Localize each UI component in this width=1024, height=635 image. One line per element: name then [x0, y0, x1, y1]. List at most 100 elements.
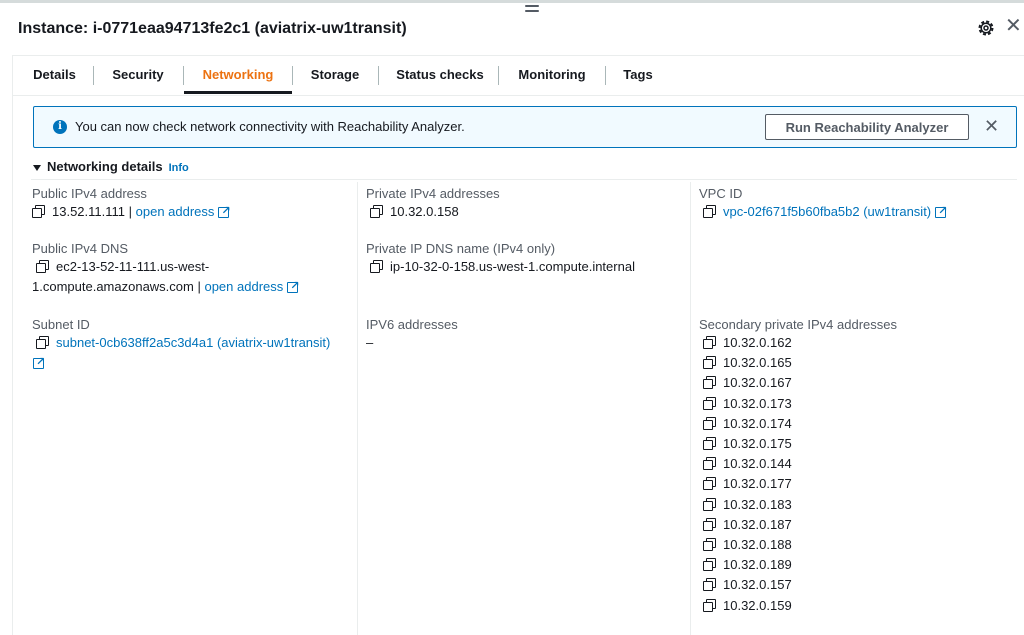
field-label: Public IPv4 DNS	[32, 241, 129, 256]
copy-icon[interactable]	[703, 497, 716, 511]
secondary-ip-value: 10.32.0.187	[723, 516, 792, 532]
public-ipv4-value: 13.52.11.111	[52, 204, 126, 219]
column-divider	[357, 182, 358, 635]
tab-status-checks[interactable]: Status checks	[395, 56, 485, 94]
copy-icon[interactable]	[703, 416, 716, 430]
copy-icon[interactable]	[703, 558, 716, 572]
secondary-ip-value: 10.32.0.173	[723, 395, 792, 411]
panel-header: Instance: i-0771eaa94713fe2c1 (aviatrix-…	[0, 12, 1024, 52]
copy-icon[interactable]	[703, 517, 716, 531]
tab-separator	[292, 66, 293, 85]
ipv6-field: IPV6 addresses –	[366, 317, 686, 353]
info-link[interactable]: Info	[169, 162, 189, 174]
section-divider	[31, 179, 1017, 180]
list-item: 10.32.0.177	[699, 474, 1019, 494]
tab-monitoring[interactable]: Monitoring	[515, 56, 589, 94]
secondary-ip-value: 10.32.0.162	[723, 335, 792, 350]
caret-down-icon[interactable]	[33, 164, 41, 171]
secondary-ipv4-list: 10.32.0.162 10.32.0.165 10.32.0.167 10.32.0…	[699, 333, 1019, 616]
separator: |	[193, 279, 205, 294]
copy-icon[interactable]	[703, 396, 716, 410]
list-item: 10.32.0.173	[699, 394, 1019, 414]
instance-detail-panel: Details Security Networking Storage Stat…	[12, 55, 1024, 635]
list-item: 10.32.0.167	[699, 373, 1019, 393]
field-label: Public IPv4 address	[32, 186, 147, 201]
copy-icon[interactable]	[32, 205, 45, 218]
gear-icon[interactable]	[976, 18, 996, 38]
list-item: 10.32.0.157	[699, 575, 1019, 595]
private-ipv4-value: 10.32.0.158	[390, 204, 459, 219]
copy-icon[interactable]	[703, 578, 716, 592]
list-item: 10.32.0.187	[699, 515, 1019, 535]
field-label: Subnet ID	[32, 317, 90, 332]
page-title: Instance: i-0771eaa94713fe2c1 (aviatrix-…	[18, 20, 407, 37]
separator: |	[125, 204, 136, 219]
field-label: Private IP DNS name (IPv4 only)	[366, 241, 556, 256]
tab-storage[interactable]: Storage	[309, 56, 361, 94]
copy-icon[interactable]	[370, 260, 383, 273]
copy-icon[interactable]	[36, 260, 49, 273]
field-value: subnet-0cb638ff2a5c3d4a1 (aviatrix-uw1tr…	[32, 333, 354, 373]
field-label: Secondary private IPv4 addresses	[699, 317, 897, 332]
copy-icon[interactable]	[703, 538, 716, 552]
alert-message: You can now check network connectivity w…	[75, 119, 465, 134]
private-dns-field: Private IP DNS name (IPv4 only) ip-10-32…	[366, 241, 686, 277]
external-link-icon[interactable]	[935, 201, 947, 221]
close-icon[interactable]: ✕	[1005, 16, 1022, 36]
copy-icon[interactable]	[703, 336, 716, 349]
field-value: ec2-13-52-11-111.us-west- 1.compute.amazo…	[32, 257, 352, 297]
secondary-ip-value: 10.32.0.175	[723, 436, 792, 452]
secondary-ip-value: 10.32.0.177	[723, 476, 792, 492]
run-reachability-analyzer-button[interactable]: Run Reachability Analyzer	[765, 114, 969, 140]
secondary-ip-value: 10.32.0.157	[723, 577, 792, 593]
list-item: 10.32.0.189	[699, 555, 1019, 575]
tab-security[interactable]: Security	[110, 56, 166, 94]
open-address-link[interactable]: open address	[204, 279, 283, 294]
copy-icon[interactable]	[703, 376, 716, 390]
list-item: 10.32.0.162	[699, 333, 1019, 353]
copy-icon[interactable]	[703, 477, 716, 491]
tab-tags[interactable]: Tags	[621, 56, 655, 94]
private-ipv4-field: Private IPv4 addresses 10.32.0.158	[366, 186, 686, 222]
copy-icon[interactable]	[703, 205, 716, 218]
secondary-ip-value: 10.32.0.159	[723, 597, 792, 613]
external-link-icon[interactable]	[218, 201, 231, 221]
section-title: Networking details	[47, 159, 163, 174]
external-link-icon[interactable]	[287, 276, 299, 296]
field-value: vpc-02f671f5b60fba5b2 (uw1transit)	[699, 201, 1019, 222]
secondary-ip-value: 10.32.0.188	[723, 537, 792, 553]
tab-details[interactable]: Details	[33, 56, 76, 94]
public-dns-value-line2: 1.compute.amazonaws.com	[32, 279, 194, 294]
tab-separator	[378, 66, 379, 85]
copy-icon[interactable]	[370, 205, 383, 218]
secondary-ip-value: 10.32.0.144	[723, 456, 792, 472]
open-address-link[interactable]: open address	[136, 204, 215, 219]
field-value: 10.32.0.158	[366, 202, 686, 222]
list-item: 10.32.0.159	[699, 596, 1019, 616]
public-dns-value-line1: ec2-13-52-11-111.us-west-	[56, 259, 210, 274]
vpc-id-link[interactable]: vpc-02f671f5b60fba5b2 (uw1transit)	[723, 204, 931, 219]
public-dns-field: Public IPv4 DNS ec2-13-52-11-111.us-west…	[32, 241, 352, 297]
copy-icon[interactable]	[703, 598, 716, 612]
list-item: 10.32.0.175	[699, 434, 1019, 454]
list-item: 10.32.0.183	[699, 495, 1019, 515]
subnet-id-link[interactable]: subnet-0cb638ff2a5c3d4a1 (aviatrix-uw1tr…	[56, 335, 330, 350]
field-label: IPV6 addresses	[366, 317, 458, 332]
ipv6-value: –	[366, 335, 374, 350]
copy-icon[interactable]	[703, 437, 716, 451]
alert-close-icon[interactable]: ✕	[984, 115, 999, 137]
list-item: 10.32.0.165	[699, 353, 1019, 373]
tab-bar: Details Security Networking Storage Stat…	[13, 56, 1024, 96]
secondary-ip-value: 10.32.0.165	[723, 355, 792, 371]
tab-networking[interactable]: Networking	[184, 56, 292, 94]
networking-details-header[interactable]: Networking details Info	[33, 159, 189, 174]
list-item: 10.32.0.144	[699, 454, 1019, 474]
copy-icon[interactable]	[703, 457, 716, 471]
copy-icon[interactable]	[703, 356, 716, 370]
field-label: VPC ID	[699, 186, 743, 201]
copy-icon[interactable]	[36, 336, 49, 349]
tab-separator	[93, 66, 94, 85]
tab-separator	[498, 66, 499, 85]
external-link-icon[interactable]	[33, 352, 45, 372]
column-divider	[690, 182, 691, 635]
